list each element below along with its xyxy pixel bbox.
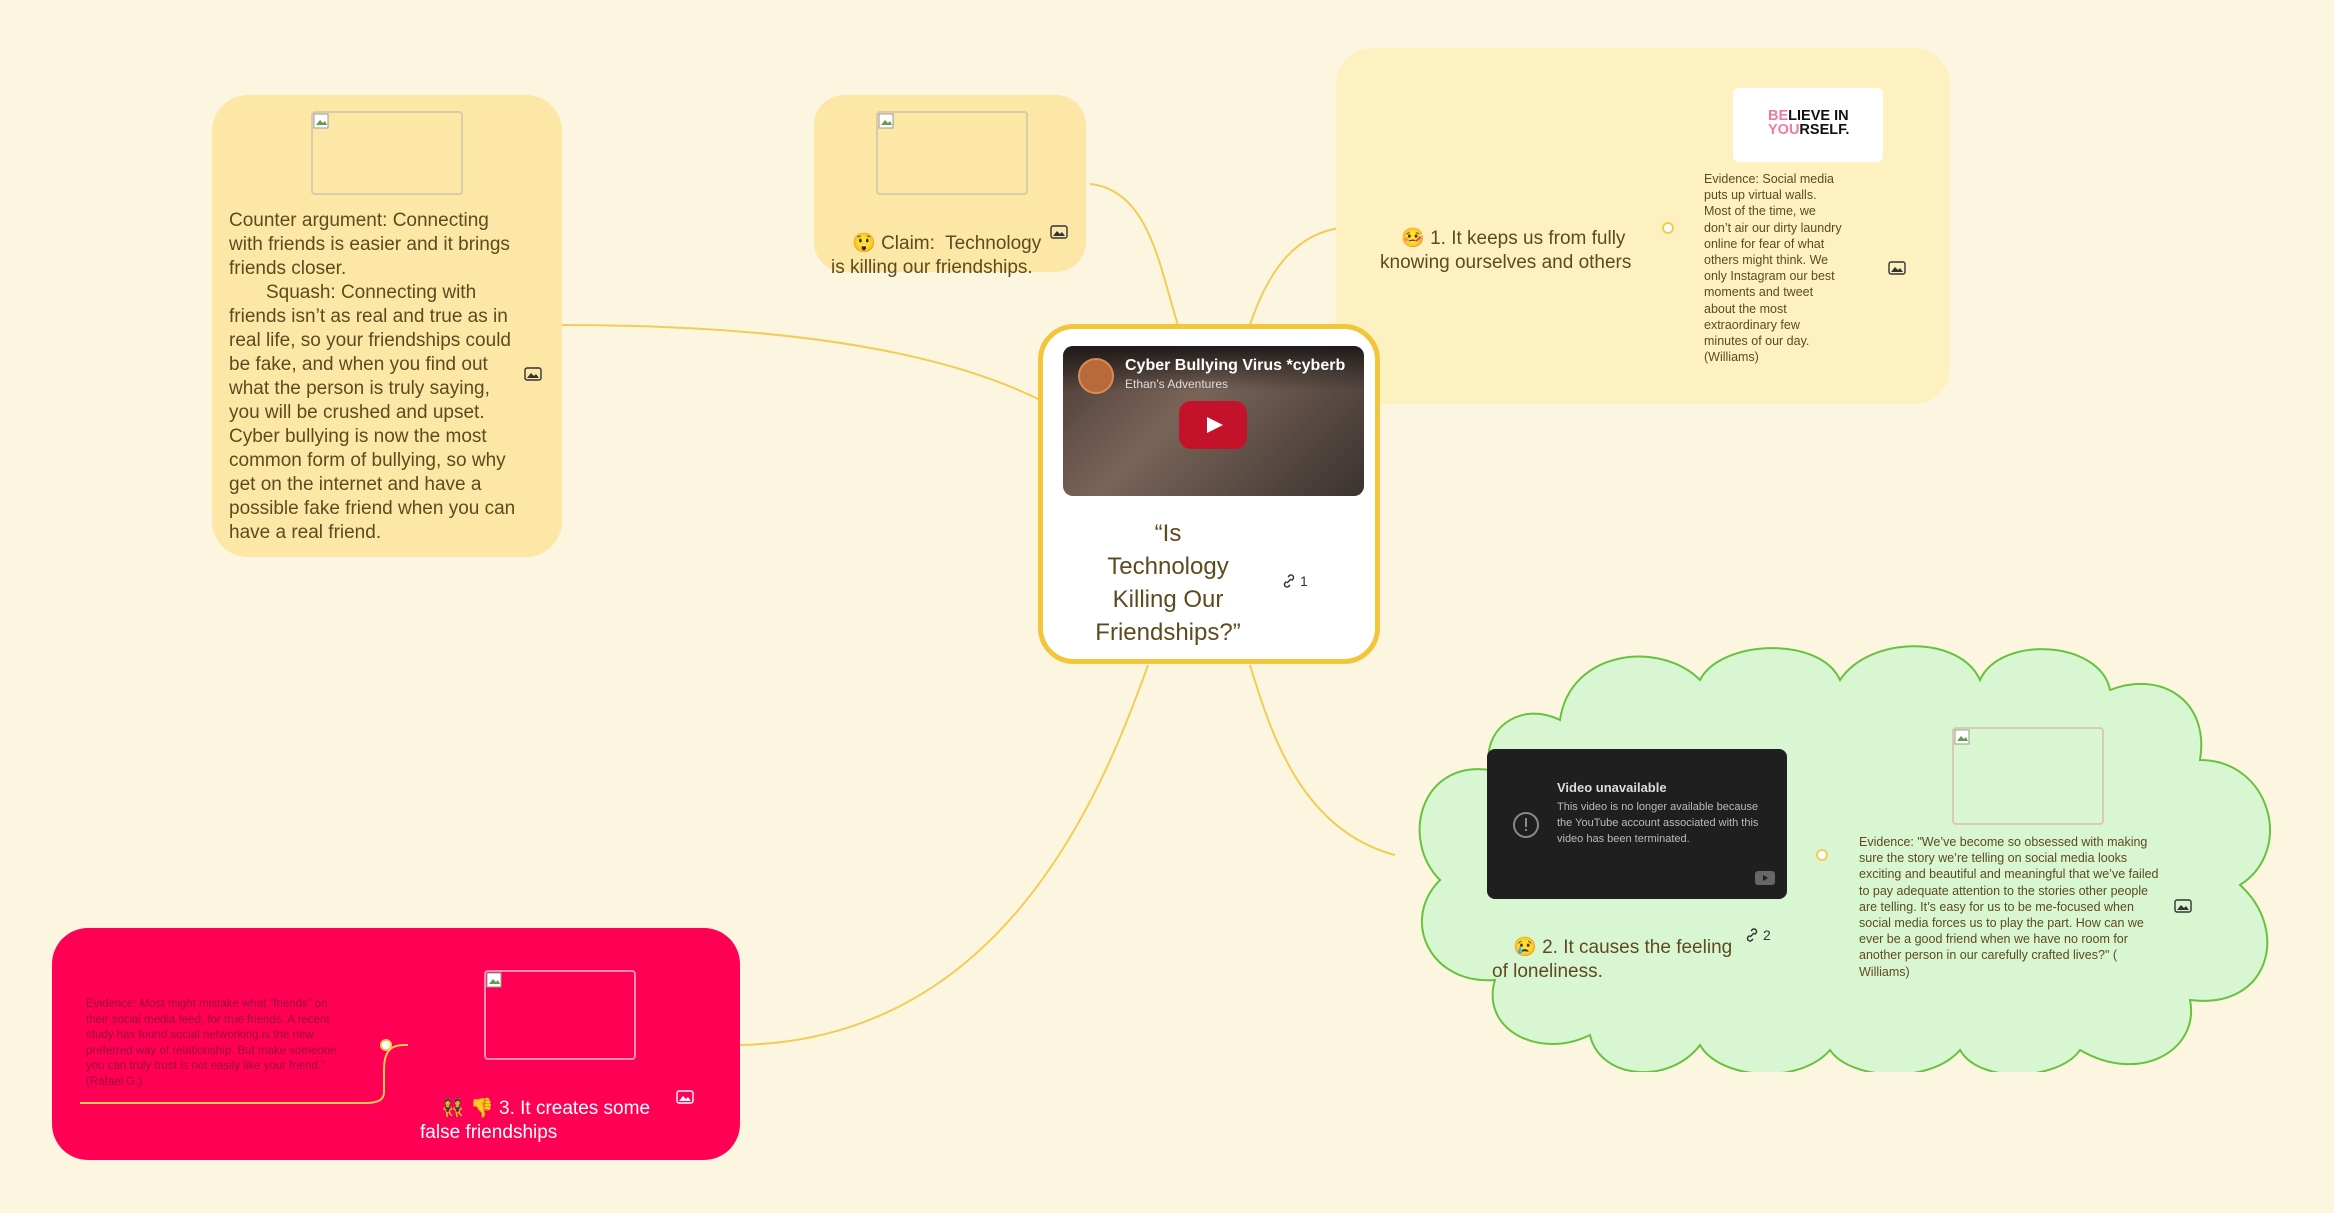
topic3-text: 👯 👎 3. It creates some false friendships: [420, 1073, 690, 1169]
counter-image: [311, 111, 463, 195]
central-topic[interactable]: Cyber Bullying Virus *cyberb Ethan's Adv…: [1038, 324, 1380, 664]
youtube-icon: [1755, 871, 1775, 885]
central-video-embed[interactable]: Cyber Bullying Virus *cyberb Ethan's Adv…: [1063, 346, 1364, 496]
image-icon[interactable]: [676, 1090, 694, 1104]
channel-avatar: [1078, 358, 1114, 394]
claim-text: 😲 Claim: Technology is killing our frien…: [831, 208, 1051, 304]
counter-argument-card[interactable]: Counter argument: Connecting with friend…: [212, 95, 562, 557]
central-title: “Is Technology Killing Our Friendships?”: [1095, 520, 1241, 646]
video-title: Cyber Bullying Virus *cyberb: [1125, 357, 1346, 374]
video-unavailable-title: Video unavailable: [1557, 780, 1667, 795]
image-icon[interactable]: [1888, 261, 1906, 275]
topic2-link-count[interactable]: 2: [1745, 927, 1771, 943]
link-icon: [1283, 574, 1295, 588]
connector-topic3: [739, 664, 1149, 1046]
image-icon[interactable]: [1050, 225, 1068, 239]
video-unavailable-embed[interactable]: Video unavailable This video is no longe…: [1487, 749, 1787, 899]
image-icon[interactable]: [524, 367, 542, 381]
topic3-card[interactable]: Evidence: Most might mistake what “frien…: [52, 928, 740, 1160]
broken-image-icon: [1954, 729, 1970, 745]
topic3-image: [484, 970, 636, 1060]
video-channel: Ethan's Adventures: [1125, 377, 1229, 391]
connector-counter: [561, 324, 1041, 401]
connector-topic1: [1249, 227, 1341, 326]
topic2-evidence: Evidence: "We’ve become so obsessed with…: [1859, 835, 2159, 979]
topic3-connector-handle[interactable]: [380, 1039, 392, 1051]
link-icon: [1746, 928, 1758, 942]
video-unavailable-message: This video is no longer available becaus…: [1557, 801, 1759, 845]
connector-topic2: [1249, 664, 1396, 856]
topic1-evidence: Evidence: Social media puts up virtual w…: [1704, 172, 1842, 365]
topic1-card[interactable]: 🤒 1. It keeps us from fully knowing ours…: [1336, 48, 1950, 404]
topic1-text: 🤒 1. It keeps us from fully knowing ours…: [1380, 203, 1650, 299]
topic2-card[interactable]: Video unavailable This video is no longe…: [1487, 727, 2257, 1009]
counter-text: Counter argument: Connecting with friend…: [229, 210, 516, 543]
play-button[interactable]: [1179, 401, 1247, 449]
central-link-count[interactable]: 1: [1282, 573, 1308, 589]
topic2-connector-handle[interactable]: [1816, 849, 1828, 861]
topic2-evidence-image: [1952, 727, 2104, 825]
claim-image: [876, 111, 1028, 195]
broken-image-icon: [486, 972, 502, 988]
topic1-connector-handle[interactable]: [1662, 222, 1674, 234]
topic3-emoji: 👯 👎: [441, 1098, 494, 1119]
topic3-evidence: Evidence: Most might mistake what “frien…: [86, 998, 337, 1088]
broken-image-icon: [313, 113, 329, 129]
topic2-text: 😢 2. It causes the feeling of loneliness…: [1492, 912, 1752, 1008]
claim-card[interactable]: 😲 Claim: Technology is killing our frien…: [814, 95, 1086, 278]
topic2-emoji: 😢: [1513, 937, 1537, 958]
image-icon[interactable]: [2174, 899, 2192, 913]
topic1-emoji: 🤒: [1401, 228, 1425, 249]
play-icon: [1207, 417, 1223, 433]
believe-in-yourself-logo: BELIEVE IN YOURSELF.: [1733, 88, 1883, 162]
connector-claim: [1089, 183, 1179, 326]
claim-emoji: 😲: [852, 233, 876, 254]
broken-image-icon: [878, 113, 894, 129]
alert-icon: [1513, 812, 1539, 838]
